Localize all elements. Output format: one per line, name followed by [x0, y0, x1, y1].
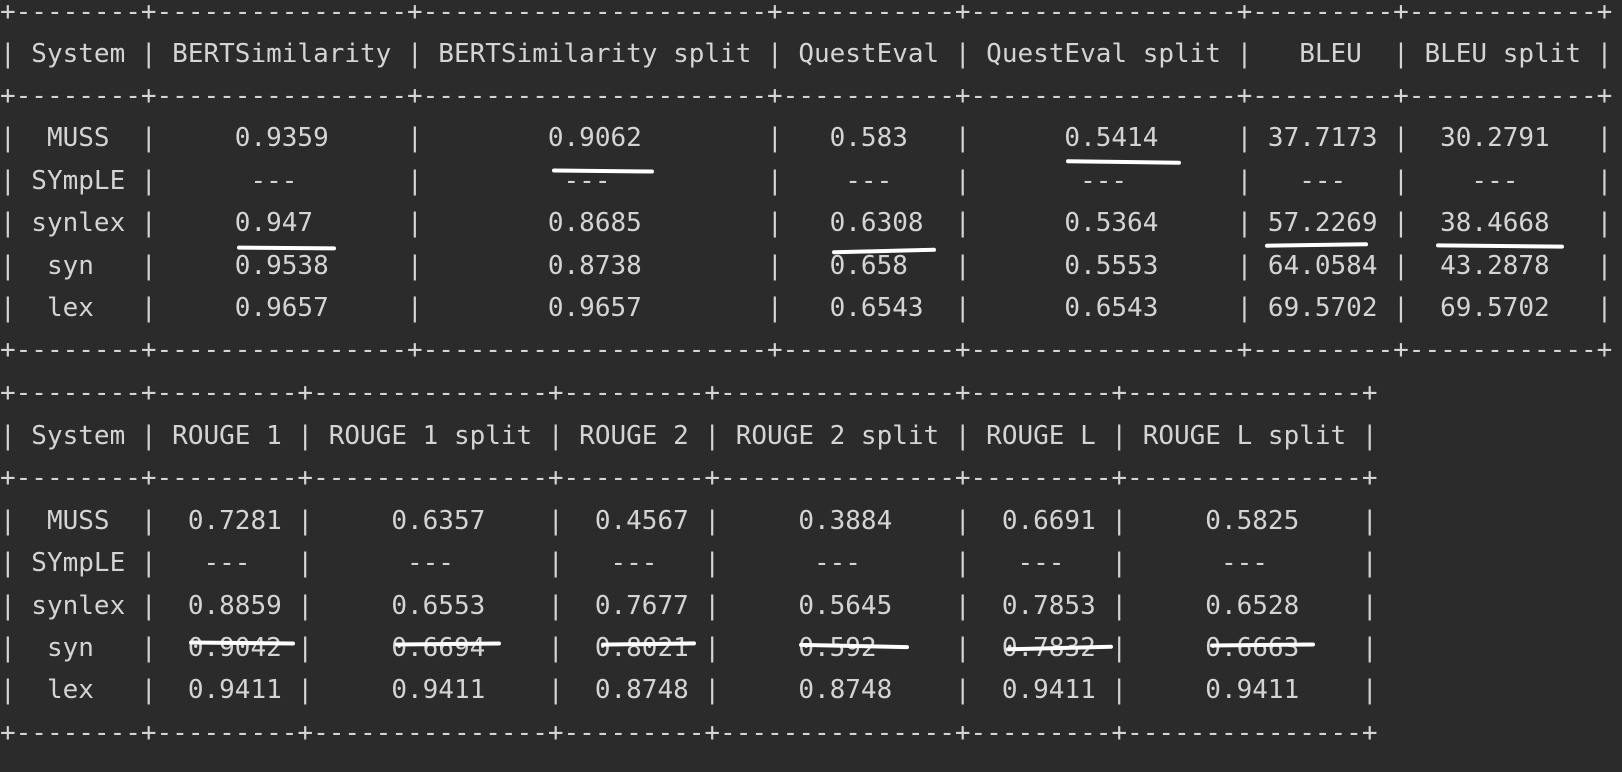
table1-border-top: +--------+----------------+-------------… — [0, 0, 1613, 27]
table1-row-syn: | syn | 0.9538 | 0.8738 | 0.658 | 0.5553… — [0, 251, 1613, 281]
table1-header-row: | System | BERTSimilarity | BERTSimilari… — [0, 39, 1613, 69]
table1-row-muss: | MUSS | 0.9359 | 0.9062 | 0.583 | 0.541… — [0, 123, 1613, 153]
table1-row-lex: | lex | 0.9657 | 0.9657 | 0.6543 | 0.654… — [0, 293, 1613, 323]
highlight-underline — [1065, 159, 1182, 165]
highlight-underline — [236, 245, 337, 251]
table1-row-symple: | SYmpLE | --- | --- | --- | --- | --- |… — [0, 166, 1613, 196]
table2-row-syn: | syn | 0.9042 | 0.6694 | 0.8021 | 0.592… — [0, 633, 1378, 663]
table2-border-top: +--------+---------+---------------+----… — [0, 378, 1378, 408]
highlight-underline — [1264, 242, 1369, 248]
table2-row-synlex: | synlex | 0.8859 | 0.6553 | 0.7677 | 0.… — [0, 591, 1378, 621]
table2-border-mid: +--------+---------+---------------+----… — [0, 463, 1378, 493]
table2-row-muss: | MUSS | 0.7281 | 0.6357 | 0.4567 | 0.38… — [0, 506, 1378, 536]
table1-row-synlex: | synlex | 0.947 | 0.8685 | 0.6308 | 0.5… — [0, 208, 1613, 238]
table2-border-bottom: +--------+---------+---------------+----… — [0, 718, 1378, 748]
table1-border-bottom: +--------+----------------+-------------… — [0, 335, 1613, 365]
table2-header-row: | System | ROUGE 1 | ROUGE 1 split | ROU… — [0, 421, 1378, 451]
table2-row-symple: | SYmpLE | --- | --- | --- | --- | --- |… — [0, 548, 1378, 578]
table1-border-mid: +--------+----------------+-------------… — [0, 81, 1613, 111]
table2-row-lex: | lex | 0.9411 | 0.9411 | 0.8748 | 0.874… — [0, 675, 1378, 705]
highlight-underline — [1435, 243, 1565, 249]
